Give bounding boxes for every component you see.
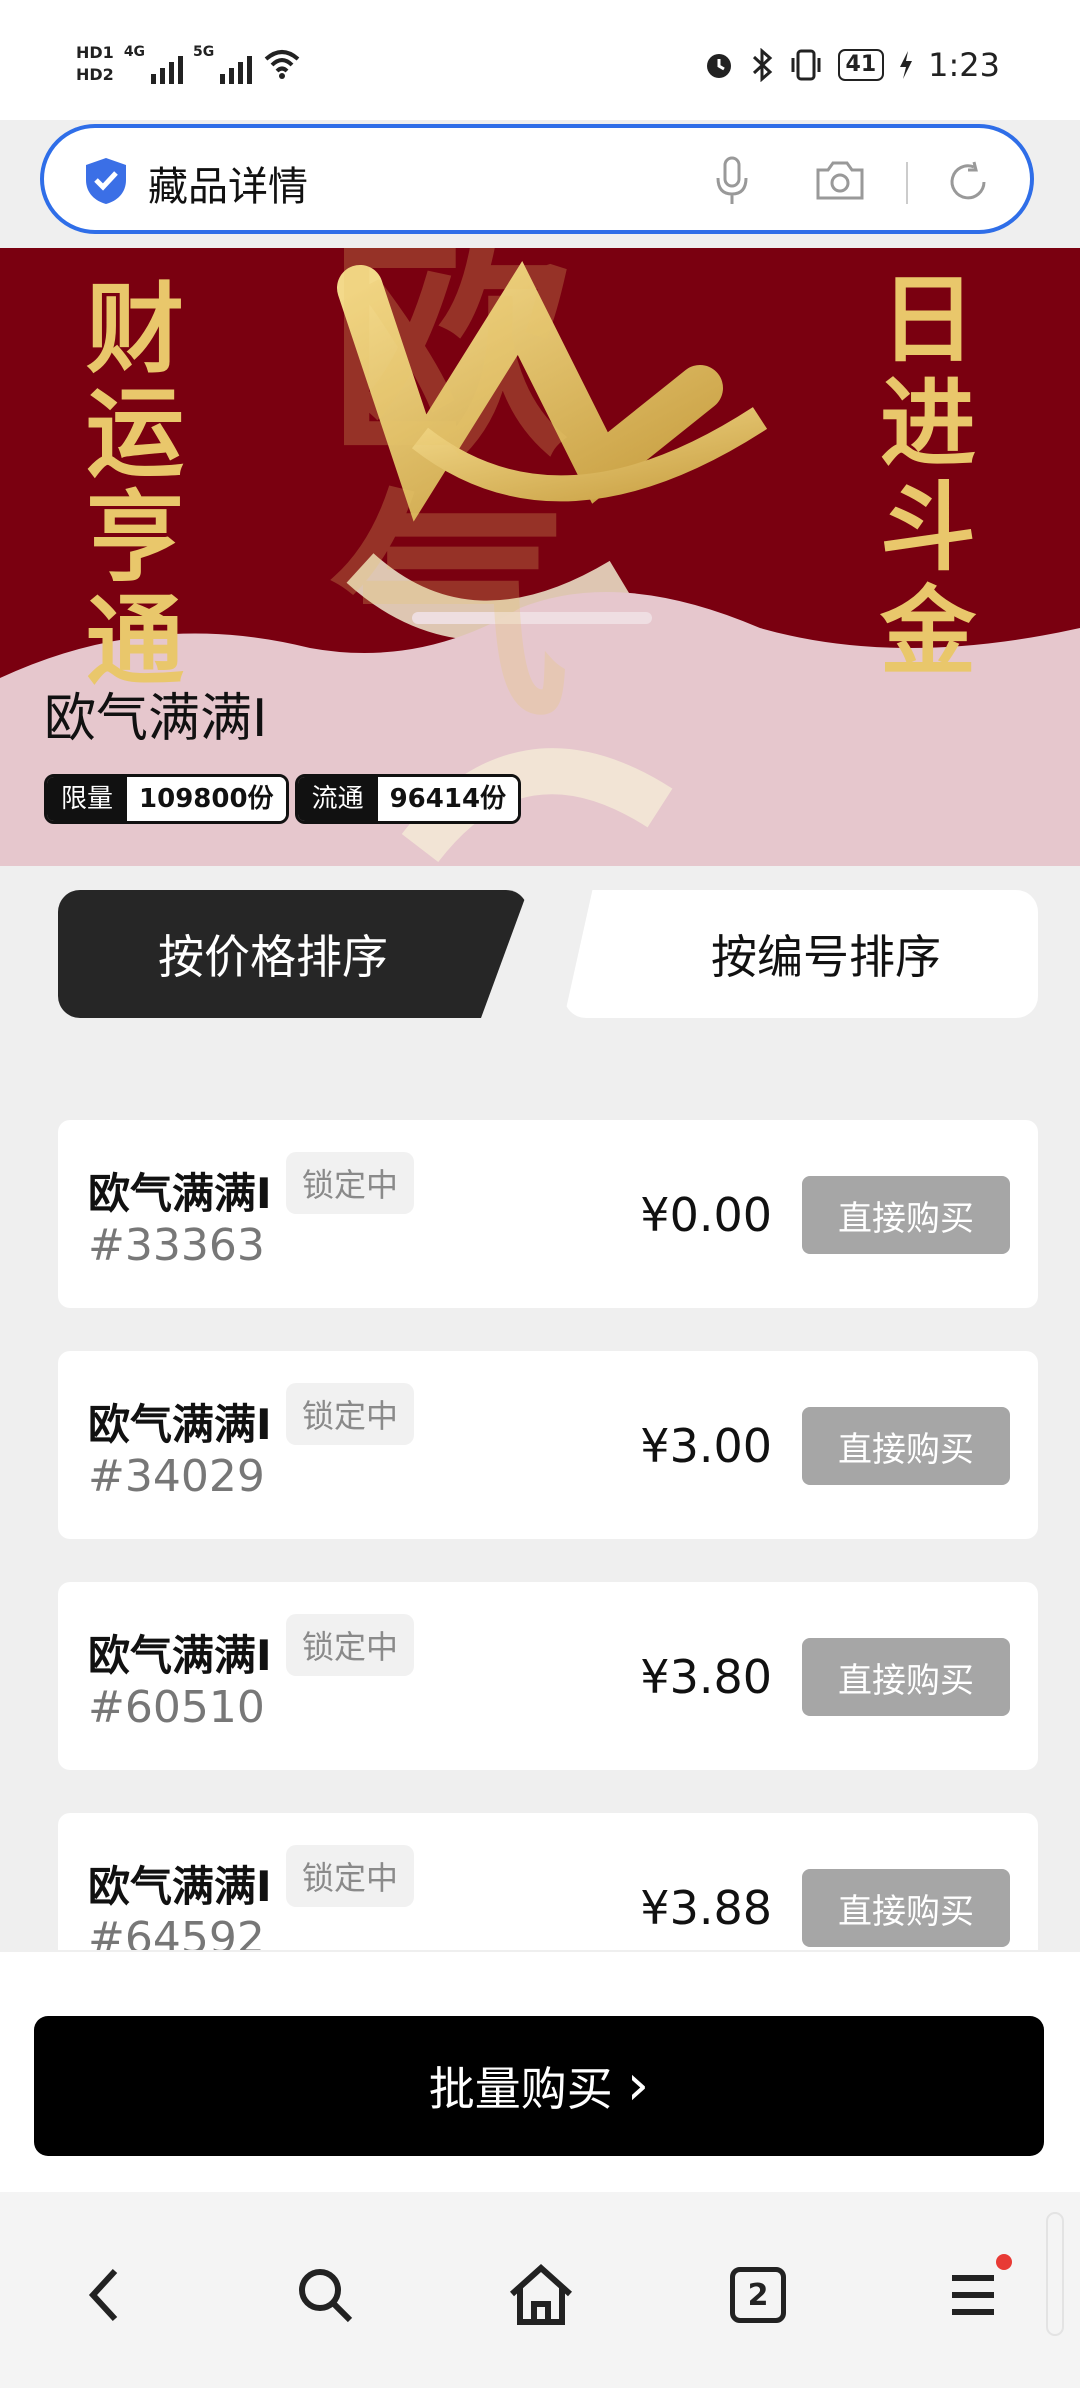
vibrate-icon: [791, 49, 821, 81]
microphone-icon[interactable]: [714, 156, 750, 208]
search-divider: [906, 162, 908, 204]
listing-name: 欧气满满I: [88, 1862, 272, 1911]
serial-number: #64592: [88, 1913, 265, 1950]
status-bar: HD1 HD2 4G 5G 41 1:23: [0, 0, 1080, 120]
menu-icon[interactable]: [938, 2254, 1012, 2330]
lock-status-badge: 锁定中: [286, 1152, 415, 1214]
camera-icon[interactable]: [814, 158, 866, 202]
sim2-label: HD2: [76, 65, 114, 84]
serial-number: #33363: [88, 1220, 265, 1271]
serial-number: #60510: [88, 1682, 265, 1733]
batch-buy-label: 批量购买: [428, 2062, 613, 2116]
search-icon[interactable]: [290, 2260, 360, 2330]
lock-status-badge: 锁定中: [286, 1383, 415, 1445]
listing-list[interactable]: 欧气满满I 锁定中 #33363 ¥0.00 直接购买 欧气满满I 锁定中 #3…: [58, 1120, 1038, 1950]
serial-number: #34029: [88, 1451, 265, 1502]
tab-sort-by-number[interactable]: 按编号排序: [564, 890, 1038, 1018]
limit-value: 109800份: [127, 777, 286, 821]
listing-name: 欧气满满I: [88, 1169, 272, 1218]
buy-now-button[interactable]: 直接购买: [802, 1407, 1010, 1485]
tabs-count: 2: [747, 2277, 769, 2313]
batch-buy-bar: 批量购买 ›: [0, 1952, 1080, 2192]
network-indicators: HD1 HD2 4G 5G: [76, 34, 302, 94]
limit-tag: 限量 109800份: [44, 774, 289, 824]
collectible-banner: 财运亨通 欧气 日进斗金 欧气满满I 限量 109800份 流通 96414份: [0, 248, 1080, 866]
tabs-button[interactable]: 2: [723, 2260, 793, 2330]
battery-level: 41: [837, 49, 885, 81]
buy-now-button[interactable]: 直接购买: [802, 1638, 1010, 1716]
batch-buy-button[interactable]: 批量购买 ›: [34, 2016, 1044, 2156]
calligraphy-center: 欧气: [330, 248, 571, 749]
wifi-icon: [264, 50, 300, 79]
buy-now-button[interactable]: 直接购买: [802, 1176, 1010, 1254]
shield-icon: [86, 158, 126, 204]
listing-price: ¥3.88: [640, 1881, 772, 1935]
address-bar[interactable]: 藏品详情: [40, 124, 1034, 234]
listing-name: 欧气满满I: [88, 1631, 272, 1680]
alarm-icon: [706, 54, 731, 78]
chevron-right-icon: ›: [626, 2053, 650, 2118]
limit-label: 限量: [47, 777, 128, 821]
listing-card[interactable]: 欧气满满I 锁定中 #64592 ¥3.88 直接购买: [58, 1813, 1038, 1950]
net2-label: 5G: [193, 44, 215, 60]
listing-price: ¥0.00: [640, 1188, 772, 1242]
scroll-indicator[interactable]: [1046, 2212, 1064, 2336]
circulation-tag: 流通 96414份: [294, 774, 522, 824]
supply-tags: 限量 109800份 流通 96414份: [44, 774, 522, 824]
collectible-title: 欧气满满I: [44, 689, 268, 749]
system-indicators: 41 1:23: [702, 40, 1000, 90]
listing-card[interactable]: 欧气满满I 锁定中 #34029 ¥3.00 直接购买: [58, 1351, 1038, 1539]
tab-sort-by-price[interactable]: 按价格排序: [58, 890, 528, 1018]
hd-indicator: HD1 HD2: [76, 42, 114, 86]
listing-card[interactable]: 欧气满满I 锁定中 #33363 ¥0.00 直接购买: [58, 1120, 1038, 1308]
lock-status-badge: 锁定中: [286, 1614, 415, 1676]
browser-bottom-nav: 2: [0, 2192, 1080, 2388]
listing-price: ¥3.00: [640, 1419, 772, 1473]
listing-price: ¥3.80: [640, 1650, 772, 1704]
calligraphy-left: 财运亨通: [86, 272, 185, 699]
buy-now-button[interactable]: 直接购买: [802, 1869, 1010, 1947]
listing-name: 欧气满满I: [88, 1400, 272, 1449]
back-icon[interactable]: [70, 2260, 140, 2330]
tabs-icon: 2: [730, 2267, 786, 2323]
circulation-label: 流通: [297, 777, 378, 821]
calligraphy-right: 日进斗金: [880, 263, 976, 688]
bluetooth-icon: [752, 48, 772, 82]
net1-label: 4G: [123, 44, 146, 60]
listing-card[interactable]: 欧气满满I 锁定中 #60510 ¥3.80 直接购买: [58, 1582, 1038, 1770]
charging-icon: [900, 51, 913, 79]
lock-status-badge: 锁定中: [286, 1845, 415, 1907]
circulation-value: 96414份: [377, 777, 519, 821]
signal-icon-2: 5G: [193, 44, 253, 84]
home-icon[interactable]: [506, 2260, 576, 2330]
clock: 1:23: [928, 46, 1000, 84]
notification-dot: [996, 2254, 1012, 2270]
sim1-label: HD1: [76, 43, 114, 62]
page-title: 藏品详情: [148, 164, 308, 210]
refresh-icon[interactable]: [944, 158, 992, 206]
signal-icon-1: 4G: [123, 44, 184, 84]
